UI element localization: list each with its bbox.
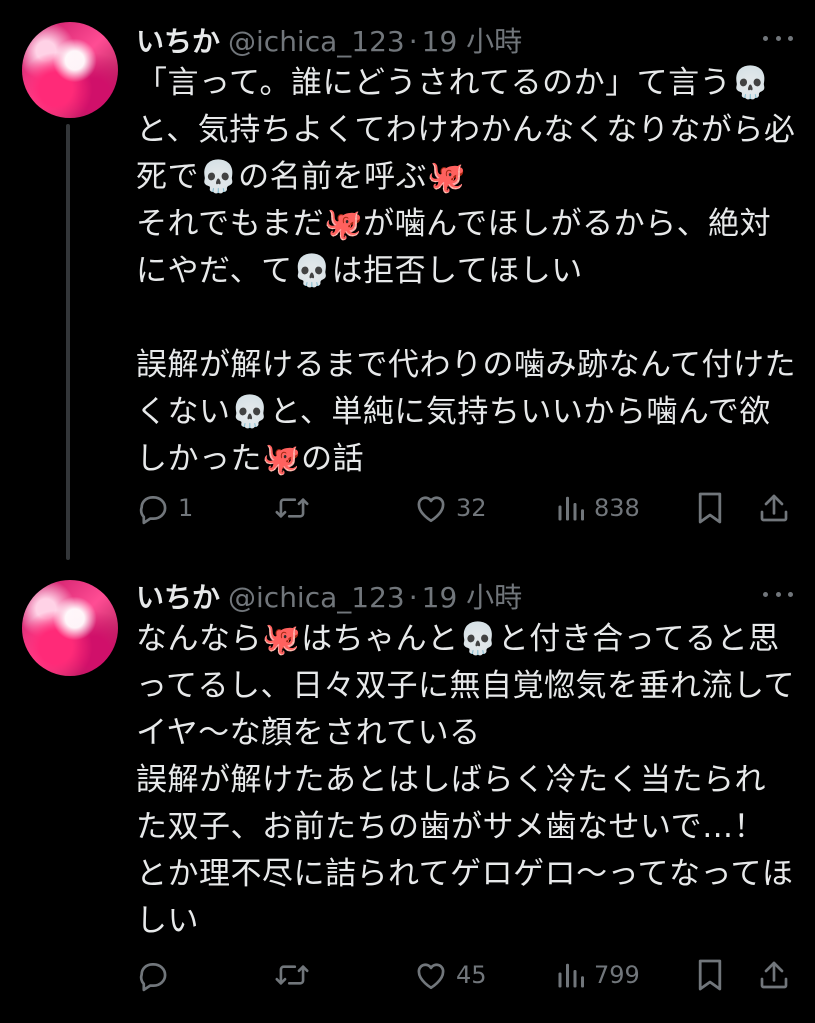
reply-button[interactable]	[136, 955, 170, 995]
tweet-header: いちか @ichica_123 · 19 小時	[136, 576, 522, 614]
avatar[interactable]	[22, 22, 118, 118]
views-count: 838	[594, 494, 640, 522]
timestamp[interactable]: 19 小時	[422, 576, 523, 616]
retweet-button[interactable]	[274, 955, 310, 995]
views-button[interactable]: 799	[556, 955, 640, 995]
share-button[interactable]	[758, 488, 790, 528]
bookmark-icon	[698, 492, 722, 524]
more-dot-icon	[788, 591, 793, 597]
bookmark-button[interactable]	[696, 488, 724, 528]
tweet-text: なんなら🐙はちゃんと💀と付き合ってると思ってるし、日々双子に無自覚惚気を垂れ流し…	[136, 621, 796, 939]
reply-button[interactable]: 1	[136, 488, 193, 528]
bookmark-icon	[698, 959, 722, 991]
more-dot-icon	[763, 35, 768, 41]
share-icon	[760, 961, 788, 989]
views-icon	[558, 496, 584, 521]
action-bar: 1 32 838	[136, 488, 796, 528]
display-name[interactable]: いちか	[136, 576, 220, 616]
avatar[interactable]	[22, 580, 118, 676]
handle[interactable]: @ichica_123	[228, 581, 405, 614]
more-dot-icon	[763, 591, 768, 597]
reply-icon	[139, 963, 167, 992]
action-bar: 45 799	[136, 955, 796, 995]
tweet-text: 「言って。誰にどうされてるのか」て言う💀と、気持ちよくてわけわかんなくなりながら…	[136, 65, 796, 477]
like-count: 32	[456, 494, 487, 522]
thread-line	[66, 124, 70, 560]
more-dot-icon	[788, 35, 793, 41]
like-button[interactable]: 32	[414, 488, 487, 528]
like-count: 45	[456, 961, 487, 989]
like-icon	[417, 963, 445, 990]
retweet-button[interactable]	[274, 488, 310, 528]
separator-dot: ·	[408, 25, 418, 58]
views-count: 799	[594, 961, 640, 989]
more-options-button[interactable]	[763, 589, 793, 599]
more-options-button[interactable]	[763, 33, 793, 43]
more-dot-icon	[775, 591, 781, 597]
display-name[interactable]: いちか	[136, 20, 220, 60]
views-icon	[558, 963, 584, 988]
like-button[interactable]: 45	[414, 955, 487, 995]
bookmark-button[interactable]	[696, 955, 724, 995]
reply-count: 1	[178, 494, 194, 522]
reply-icon	[139, 496, 167, 525]
share-icon	[760, 494, 788, 522]
retweet-icon	[275, 965, 309, 985]
views-button[interactable]: 838	[556, 488, 640, 528]
share-button[interactable]	[758, 955, 790, 995]
handle[interactable]: @ichica_123	[228, 25, 405, 58]
like-icon	[417, 496, 445, 523]
retweet-icon	[275, 498, 309, 518]
tweet-1[interactable]: いちか @ichica_123 · 19 小時 「言って。誰にどうされてるのか」…	[0, 0, 815, 560]
separator-dot: ·	[408, 581, 418, 614]
tweet-2[interactable]: いちか @ichica_123 · 19 小時 なんなら🐙はちゃんと💀と付き合っ…	[0, 560, 815, 1023]
more-dot-icon	[775, 35, 781, 41]
timestamp[interactable]: 19 小時	[422, 20, 523, 60]
tweet-header: いちか @ichica_123 · 19 小時	[136, 20, 522, 58]
